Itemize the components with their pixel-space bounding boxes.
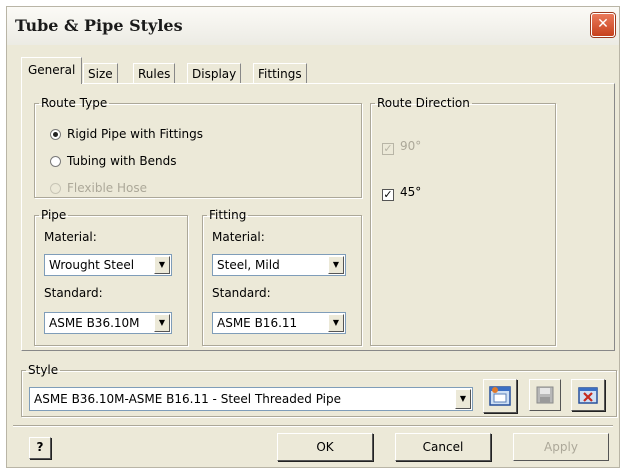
tab-rules[interactable]: Rules (133, 63, 176, 83)
chevron-down-icon[interactable]: ▼ (154, 256, 170, 274)
direction-45-label: 45° (400, 185, 422, 199)
chevron-down-icon[interactable]: ▼ (328, 256, 344, 274)
pipe-standard-value: ASME B36.10M (49, 316, 140, 330)
style-legend: Style (28, 363, 59, 377)
tab-display[interactable]: Display (187, 63, 242, 83)
title-bar[interactable]: Tube & Pipe Styles ✕ (7, 7, 619, 45)
route-direction-group: Route Direction (370, 96, 556, 346)
rigid-pipe-radio[interactable]: Rigid Pipe with Fittings (50, 127, 203, 141)
style-edit-button[interactable] (483, 379, 517, 413)
pipe-legend: Pipe (41, 208, 67, 222)
direction-90-checkbox: ✓ 90° (382, 139, 421, 155)
tab-size[interactable]: Size (83, 63, 118, 83)
rigid-pipe-label: Rigid Pipe with Fittings (67, 127, 204, 141)
delete-icon (578, 387, 598, 404)
pipe-standard-label: Standard: (44, 286, 103, 300)
save-icon (536, 386, 554, 404)
fitting-legend: Fitting (209, 208, 247, 222)
fitting-material-value: Steel, Mild (217, 258, 280, 272)
route-type-legend: Route Type (41, 96, 108, 110)
chevron-down-icon[interactable]: ▼ (455, 389, 471, 409)
tab-general[interactable]: General (21, 57, 83, 84)
style-select[interactable]: ASME B36.10M-ASME B16.11 - Steel Threade… (29, 387, 473, 411)
tubing-bends-radio[interactable]: Tubing with Bends (50, 154, 176, 168)
close-icon: ✕ (597, 16, 609, 32)
style-edit-icon (489, 386, 511, 406)
apply-button: Apply (513, 433, 609, 461)
help-icon: ? (36, 440, 44, 454)
checkbox-disabled-icon: ✓ (382, 142, 394, 155)
pipe-material-select[interactable]: Wrought Steel ▼ (44, 254, 172, 276)
pipe-material-value: Wrought Steel (49, 258, 135, 272)
radio-disabled-icon (50, 183, 61, 194)
style-value: ASME B36.10M-ASME B16.11 - Steel Threade… (34, 392, 342, 406)
close-button[interactable]: ✕ (591, 13, 615, 37)
direction-90-label: 90° (400, 139, 422, 153)
help-button[interactable]: ? (29, 437, 51, 459)
fitting-standard-select[interactable]: ASME B16.11 ▼ (212, 312, 346, 334)
chevron-down-icon[interactable]: ▼ (328, 314, 344, 332)
delete-style-button[interactable] (571, 379, 605, 411)
cancel-button[interactable]: Cancel (395, 433, 491, 461)
fitting-standard-label: Standard: (212, 286, 271, 300)
tubing-bends-label: Tubing with Bends (67, 154, 177, 168)
footer-separator (13, 425, 613, 427)
pipe-material-label: Material: (44, 230, 97, 244)
fitting-material-label: Material: (212, 230, 265, 244)
tab-fittings[interactable]: Fittings (253, 63, 307, 83)
tube-pipe-styles-dialog: Tube & Pipe Styles ✕ General Size Rules … (6, 6, 620, 468)
checkbox-checked-icon: ✓ (382, 188, 394, 201)
route-direction-legend: Route Direction (377, 96, 470, 110)
general-tab-panel: Route Type Rigid Pipe with Fittings Tubi… (21, 83, 615, 351)
save-style-button (529, 379, 561, 411)
pipe-standard-select[interactable]: ASME B36.10M ▼ (44, 312, 172, 334)
ok-button[interactable]: OK (277, 433, 373, 461)
flexible-hose-radio: Flexible Hose (50, 181, 147, 195)
window-title: Tube & Pipe Styles (15, 16, 183, 35)
radio-selected-icon (50, 129, 61, 140)
fitting-standard-value: ASME B16.11 (217, 316, 298, 330)
radio-icon (50, 156, 61, 167)
chevron-down-icon[interactable]: ▼ (154, 314, 170, 332)
fitting-material-select[interactable]: Steel, Mild ▼ (212, 254, 346, 276)
direction-45-checkbox[interactable]: ✓ 45° (382, 185, 421, 201)
flexible-hose-label: Flexible Hose (67, 181, 147, 195)
